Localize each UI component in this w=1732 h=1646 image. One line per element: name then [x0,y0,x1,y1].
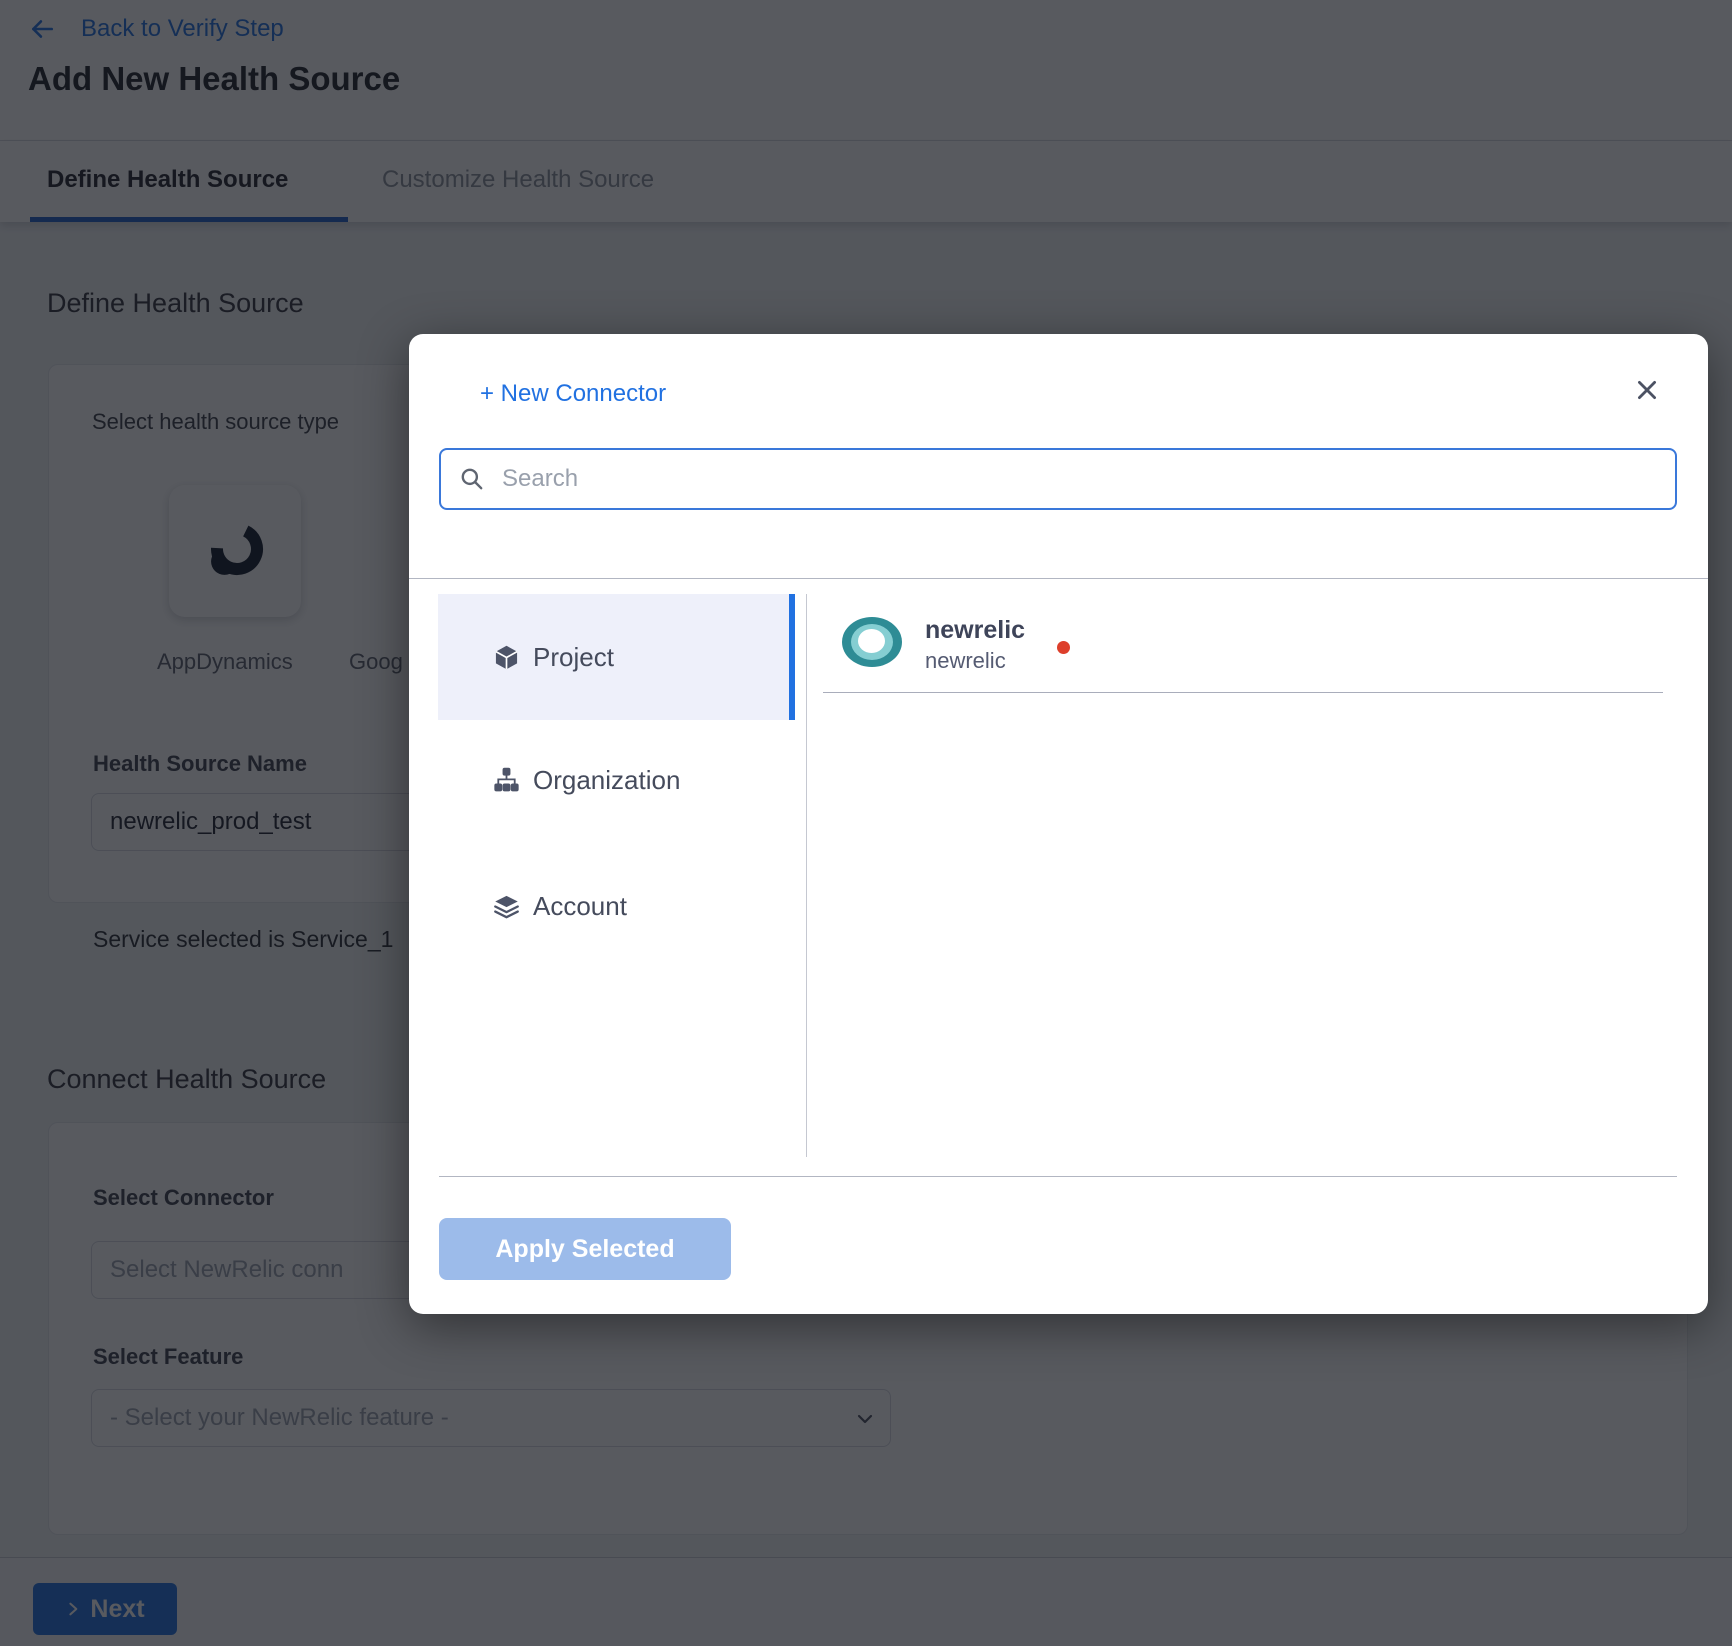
status-dot [1057,641,1070,654]
scope-tab-project[interactable]: Project [438,594,795,720]
connector-select-modal: + New Connector Project [409,334,1708,1314]
connector-search-box [439,448,1677,510]
connector-row-divider [823,692,1663,693]
org-chart-icon [493,767,520,794]
scope-tab-organization[interactable]: Organization [438,717,795,843]
scope-account-label: Account [533,891,627,922]
connector-id: newrelic [925,648,1006,674]
layers-icon [493,893,520,920]
screen: Back to Verify Step Add New Health Sourc… [0,0,1732,1646]
modal-body-divider [409,578,1708,579]
search-icon [459,466,485,492]
connector-item-newrelic[interactable]: newrelic newrelic [823,599,1663,692]
cube-icon [493,644,520,671]
close-modal-button[interactable] [1625,368,1669,412]
search-input[interactable] [500,464,1657,494]
modal-footer-divider [439,1176,1677,1177]
new-connector-link[interactable]: + New Connector [480,380,666,408]
connector-name: newrelic [925,616,1025,645]
scope-organization-label: Organization [533,765,680,796]
scope-project-label: Project [533,642,614,673]
newrelic-icon [842,617,902,667]
apply-selected-button[interactable]: Apply Selected [439,1218,731,1280]
sidebar-divider [806,594,807,1157]
close-icon [1634,377,1660,403]
scope-tab-account[interactable]: Account [438,843,795,969]
